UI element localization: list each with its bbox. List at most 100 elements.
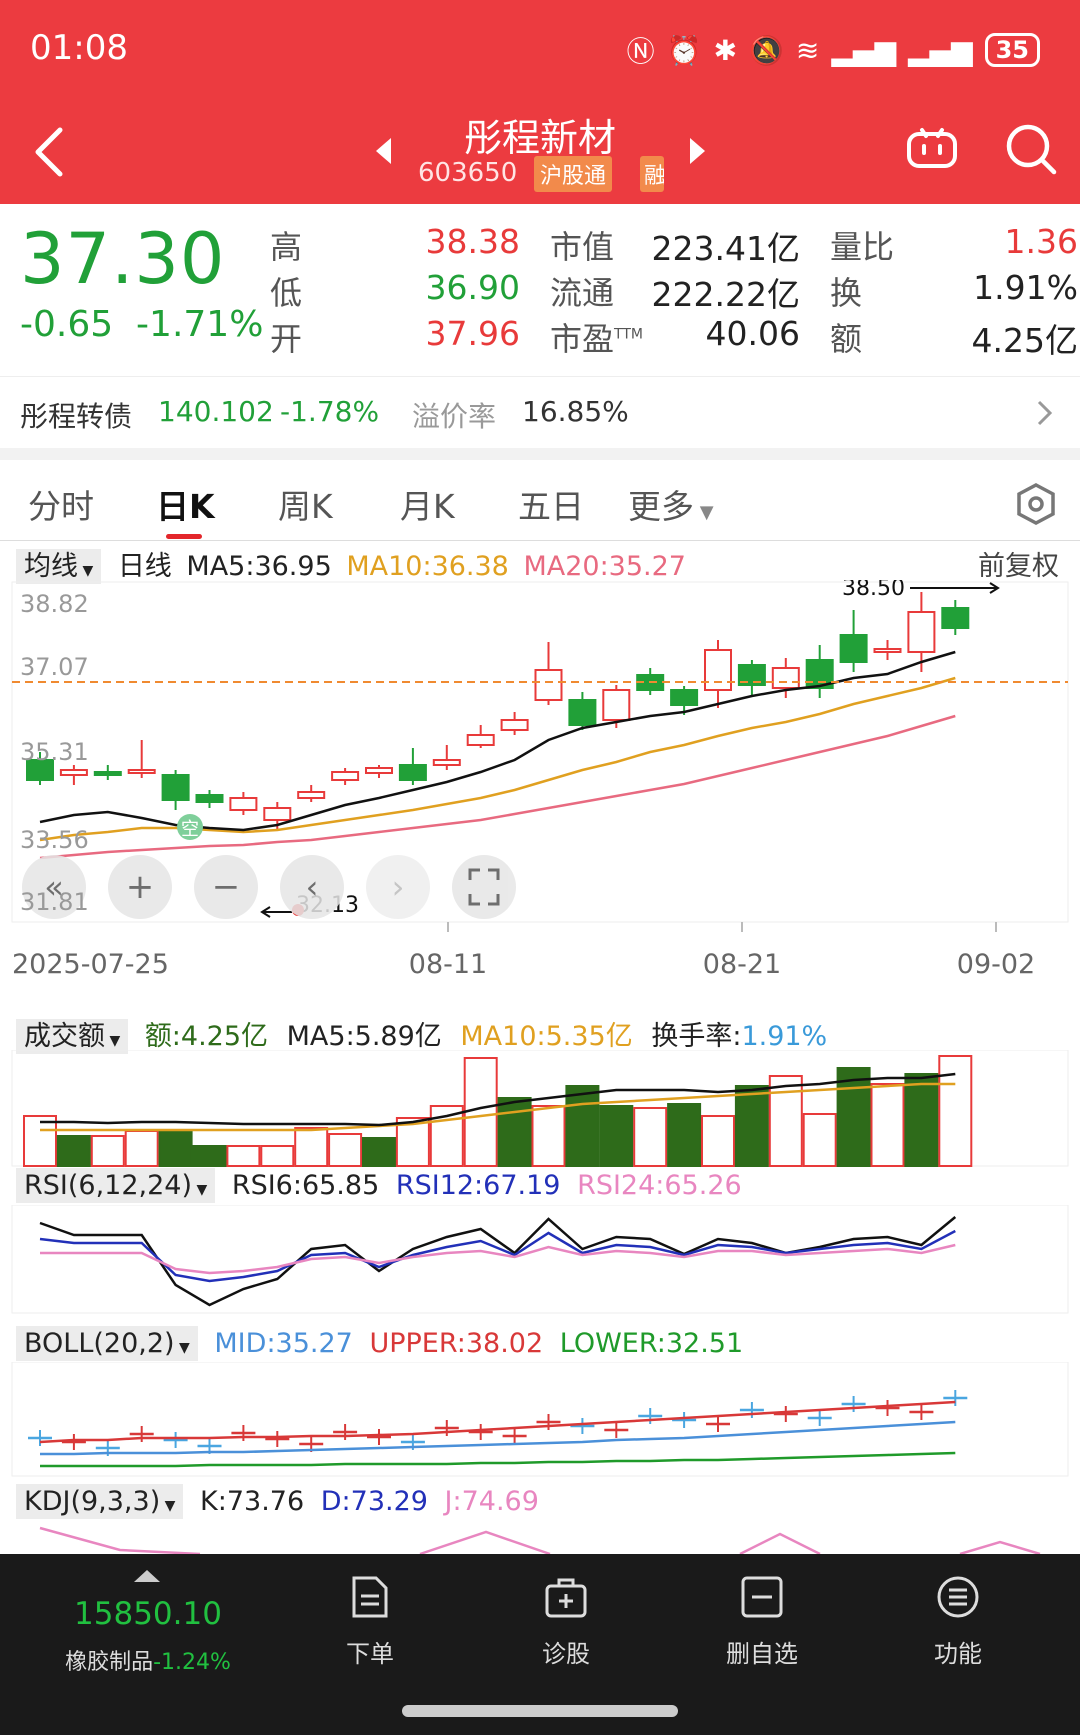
tab-intraday[interactable]: 分时 (28, 480, 94, 528)
volume-bar (599, 1105, 634, 1167)
volume-bar (158, 1130, 193, 1167)
candle-body (534, 669, 563, 701)
diagnose-button[interactable]: 诊股 (506, 1574, 626, 1669)
index-pct: -1.24% (153, 1650, 231, 1675)
index-name: 橡胶制品 (65, 1650, 154, 1675)
volume-amount: 额:4.25亿 (144, 1021, 269, 1052)
candle-body (568, 699, 597, 726)
remove-favorite-button[interactable]: 删自选 (702, 1574, 822, 1669)
tab-weekly-k[interactable]: 周K (278, 480, 333, 528)
bond-name: 彤程转债 (20, 400, 133, 433)
candle-body (941, 607, 970, 629)
boll-lower-line (40, 1451, 956, 1468)
volume-bar (768, 1075, 803, 1167)
premium-value: 16.85% (522, 395, 629, 428)
candle-body (907, 611, 936, 653)
expand-up-icon[interactable] (132, 1568, 162, 1584)
home-indicator[interactable] (402, 1705, 678, 1717)
kdj-chart[interactable] (0, 1520, 1080, 1554)
boll-upper: UPPER:38.02 (369, 1328, 544, 1359)
functions-button[interactable]: 功能 (898, 1574, 1018, 1669)
kline-chart[interactable]: 38.50 32.13 空 « + − ‹ › 38.82 37.07 35.3… (0, 580, 1080, 980)
volume-bar (56, 1135, 91, 1167)
turnover-label: 换 (830, 274, 863, 312)
bluetooth-icon: ✱ (713, 33, 738, 67)
open-value: 37.96 (425, 314, 520, 353)
tab-five-day[interactable]: 五日 (518, 480, 584, 528)
boll-dropdown[interactable]: BOLL(20,2) ▼ (16, 1326, 198, 1361)
rsi6-value: RSI6:65.85 (231, 1170, 380, 1201)
order-button[interactable]: 下单 (310, 1574, 430, 1669)
candle-body (263, 807, 292, 821)
turnover-rate-label: 换手率: (651, 1021, 742, 1052)
convertible-bond-row[interactable]: 彤程转债 140.102 -1.78% 溢价率 16.85% (0, 376, 1080, 446)
candle-body (59, 769, 88, 776)
boll-chart[interactable] (0, 1362, 1080, 1478)
volume-chart[interactable] (0, 1050, 1080, 1168)
wifi-icon: ≋ (795, 33, 820, 67)
chart-controls: « + − ‹ › (22, 855, 516, 919)
mcap-label: 市值 (550, 228, 615, 266)
tab-monthly-k[interactable]: 月K (400, 480, 455, 528)
open-label: 开 (270, 320, 303, 358)
rsi24-value: RSI24:65.26 (577, 1170, 742, 1201)
mute-icon: 🔕 (749, 33, 784, 67)
index-value[interactable]: 15850.10 (20, 1596, 276, 1632)
float-label: 流通 (550, 274, 615, 312)
kdj-dropdown[interactable]: KDJ(9,3,3) ▼ (16, 1484, 184, 1519)
volume-bar (192, 1145, 227, 1167)
battery-icon: 35 (984, 33, 1040, 67)
hgt-badge: 沪股通 (534, 156, 613, 192)
medical-kit-icon (545, 1578, 587, 1618)
tab-more[interactable]: 更多 ▼ (628, 480, 714, 528)
change-percent: -1.71% (136, 304, 264, 345)
candle-body (365, 767, 393, 774)
y-tick: 31.81 (20, 888, 89, 916)
search-icon[interactable] (1004, 122, 1058, 176)
kdj-legend: KDJ(9,3,3) ▼ K:73.76 D:73.29 J:74.69 (16, 1484, 539, 1519)
adjust-mode[interactable]: 前复权 (978, 544, 1059, 583)
rsi-dropdown[interactable]: RSI(6,12,24) ▼ (16, 1168, 216, 1203)
index-info[interactable]: 橡胶制品-1.24% (20, 1644, 276, 1676)
volume-bar (633, 1107, 668, 1167)
boll-upper-line (39, 1400, 956, 1444)
candle-body (771, 667, 800, 689)
volume-bar (362, 1137, 396, 1167)
ma10-line (39, 676, 956, 842)
rsi-chart[interactable] (0, 1205, 1080, 1315)
header-bar: 01:08 Ⓝ ⏰ ✱ 🔕 ≋ ▂▄▆ ▂▄▆ 35 彤程新材 603650 沪… (0, 0, 1080, 204)
candle-body (127, 769, 156, 774)
candle-body (331, 771, 360, 781)
x-tick: 08-11 (409, 949, 487, 980)
candle-body (195, 794, 224, 803)
robot-assistant-icon[interactable] (906, 126, 958, 170)
tab-daily-k[interactable]: 日K (156, 480, 215, 528)
premium-label: 溢价率 (412, 400, 497, 433)
ma-dropdown[interactable]: 均线 ▼ (16, 549, 102, 584)
signal-icon: ▂▄▆ (831, 33, 896, 67)
bond-pct: -1.78% (280, 395, 380, 428)
volume-bar (938, 1055, 973, 1167)
kdj-j: J:74.69 (444, 1486, 539, 1517)
mcap-value: 223.41亿 (651, 229, 800, 268)
short-marker-label: 空 (181, 819, 199, 840)
high-annotation: 38.50 (842, 580, 905, 601)
volume-bar (565, 1085, 600, 1167)
y-tick: 35.31 (20, 738, 89, 766)
minus-box-icon (741, 1576, 783, 1618)
status-icons: Ⓝ ⏰ ✱ 🔕 ≋ ▂▄▆ ▂▄▆ 35 (627, 30, 1040, 70)
next-stock-arrow-icon[interactable] (690, 138, 705, 164)
fullscreen-button[interactable] (452, 855, 516, 919)
volume-ma10: MA10:5.35亿 (460, 1021, 633, 1052)
bond-price: 140.102 (158, 395, 274, 428)
rsi12-line (39, 1229, 956, 1283)
low-label: 低 (270, 274, 303, 312)
candle-body (432, 759, 461, 766)
candle-body (839, 634, 868, 663)
section-divider (0, 448, 1080, 460)
settings-hexagon-icon[interactable] (1016, 482, 1056, 526)
price-change: -0.65 -1.71% (20, 304, 263, 345)
volume-dropdown[interactable]: 成交额 ▼ (16, 1019, 129, 1054)
volume-bar (531, 1105, 566, 1167)
stock-code: 603650 (418, 158, 518, 188)
